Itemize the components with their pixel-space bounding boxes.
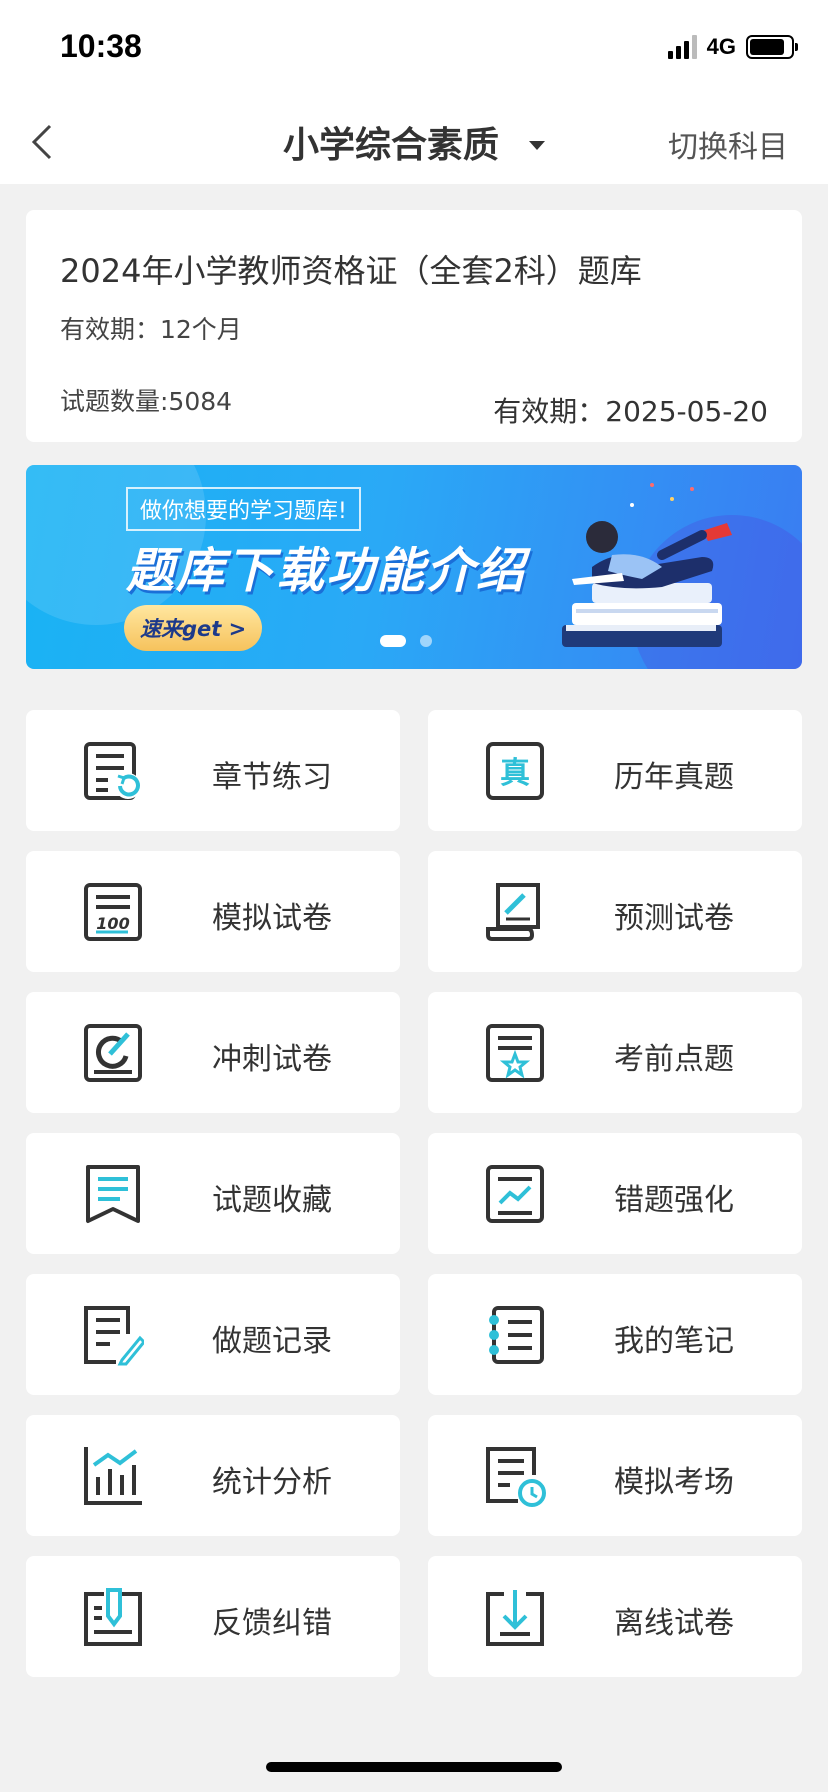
status-indicators: 4G [667, 34, 798, 60]
promo-banner[interactable]: 做你想要的学习题库! 题库下载功能介绍 速来get > [26, 465, 802, 669]
feature-grid: 章节练习 真 历年真题 100 模拟试卷 预测试卷 冲刺试卷 考前点题 试题收藏… [26, 710, 802, 1677]
favorites-icon [86, 1165, 140, 1223]
carousel-dot[interactable] [420, 635, 432, 647]
tile-label: 我的笔记 [614, 1324, 734, 1359]
tile-mistake-review[interactable]: 错题强化 [428, 1133, 802, 1254]
mock-exam-room-icon [486, 1447, 546, 1507]
tile-label: 模拟试卷 [212, 901, 332, 936]
tile-label: 预测试卷 [614, 901, 734, 936]
status-time: 10:38 [60, 28, 142, 64]
tile-practice-record[interactable]: 做题记录 [26, 1274, 400, 1395]
past-exams-icon: 真 [486, 742, 544, 800]
tile-statistics[interactable]: 统计分析 [26, 1415, 400, 1536]
svg-text:100: 100 [96, 914, 129, 933]
banner-tagline: 做你想要的学习题库! [126, 487, 361, 531]
nav-bar: 小学综合素质 切换科目 [0, 100, 828, 184]
feedback-icon [84, 1588, 142, 1646]
prediction-paper-icon [486, 883, 540, 941]
tile-mock-exam-room[interactable]: 模拟考场 [428, 1415, 802, 1536]
status-bar: 10:38 4G [0, 0, 828, 100]
tile-sprint-paper[interactable]: 冲刺试卷 [26, 992, 400, 1113]
caret-down-icon [529, 140, 545, 150]
banner-headline: 题库下载功能介绍 [126, 543, 527, 599]
reading-girl-illustration [562, 483, 732, 647]
tile-label: 试题收藏 [212, 1183, 332, 1218]
tile-offline-download[interactable]: 离线试卷 [428, 1556, 802, 1677]
carousel-indicator[interactable] [380, 635, 432, 647]
tile-label: 反馈纠错 [212, 1606, 332, 1641]
banner-cta-button[interactable]: 速来get > [124, 605, 263, 651]
tile-feedback[interactable]: 反馈纠错 [26, 1556, 400, 1677]
expiry-date: 有效期：2025-05-20 [493, 395, 768, 428]
tile-label: 考前点题 [614, 1042, 734, 1077]
tile-past-exams[interactable]: 真 历年真题 [428, 710, 802, 831]
mistake-review-icon [486, 1165, 544, 1223]
tile-label: 统计分析 [212, 1465, 332, 1500]
practice-record-icon [84, 1306, 144, 1366]
tile-prediction-paper[interactable]: 预测试卷 [428, 851, 802, 972]
tile-notes[interactable]: 我的笔记 [428, 1274, 802, 1395]
signal-icon [667, 35, 697, 59]
sprint-paper-icon [84, 1024, 142, 1082]
question-bank-card: 2024年小学教师资格证（全套2科）题库 有效期：12个月 试题数量:5084 … [26, 210, 802, 442]
mock-paper-icon: 100 [84, 883, 142, 941]
tile-label: 历年真题 [614, 760, 734, 795]
validity-period: 有效期：12个月 [60, 315, 242, 344]
page-title: 小学综合素质 [282, 125, 499, 166]
tile-chapter-practice[interactable]: 章节练习 [26, 710, 400, 831]
tile-label: 错题强化 [614, 1183, 734, 1218]
offline-download-icon [486, 1590, 544, 1646]
question-count: 试题数量:5084 [60, 387, 233, 416]
pre-exam-tips-icon [486, 1024, 544, 1082]
notes-icon [489, 1306, 544, 1364]
question-bank-title: 2024年小学教师资格证（全套2科）题库 [60, 252, 642, 290]
statistics-icon [84, 1447, 142, 1505]
tile-label: 做题记录 [212, 1324, 332, 1359]
tile-label: 模拟考场 [614, 1465, 734, 1500]
battery-icon [746, 35, 798, 59]
svg-text:真: 真 [500, 756, 530, 791]
tile-favorites[interactable]: 试题收藏 [26, 1133, 400, 1254]
tile-label: 冲刺试卷 [212, 1042, 332, 1077]
switch-subject-button[interactable]: 切换科目 [668, 122, 788, 166]
tile-label: 章节练习 [212, 760, 332, 795]
tile-label: 离线试卷 [614, 1606, 734, 1641]
chapter-practice-icon [84, 742, 141, 800]
tile-mock-paper[interactable]: 100 模拟试卷 [26, 851, 400, 972]
tile-pre-exam-tips[interactable]: 考前点题 [428, 992, 802, 1113]
carousel-dot-active[interactable] [380, 635, 406, 647]
network-type: 4G [706, 34, 736, 59]
home-indicator[interactable] [266, 1762, 562, 1772]
